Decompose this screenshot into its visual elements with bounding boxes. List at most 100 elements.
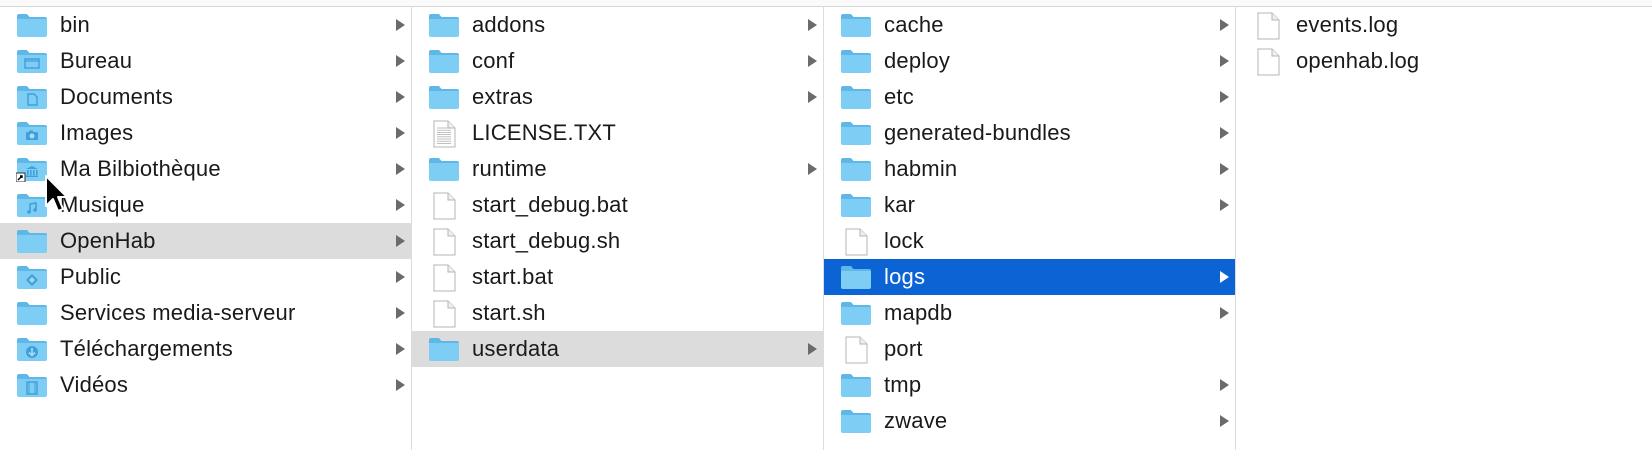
folder-icon xyxy=(840,264,872,290)
disclosure-arrow-icon xyxy=(396,127,405,139)
list-item[interactable]: Bureau xyxy=(0,43,411,79)
list-item[interactable]: Téléchargements xyxy=(0,331,411,367)
list-item[interactable]: openhab.log xyxy=(1236,43,1652,79)
file-icon xyxy=(1252,12,1284,40)
list-item[interactable]: Images xyxy=(0,115,411,151)
item-label: Musique xyxy=(60,192,145,217)
list-item[interactable]: start_debug.bat xyxy=(412,187,823,223)
list-item[interactable]: mapdb xyxy=(824,295,1235,331)
item-label: openhab.log xyxy=(1296,48,1420,73)
folder-icon xyxy=(840,192,872,218)
text-file-icon xyxy=(428,120,460,148)
list-item[interactable]: Services media-serveur xyxy=(0,295,411,331)
folder-icon xyxy=(16,228,48,254)
downloads-folder-icon xyxy=(16,336,48,362)
list-item[interactable]: Vidéos xyxy=(0,367,411,403)
documents-folder-icon xyxy=(16,84,48,110)
list-item[interactable]: logs xyxy=(824,259,1235,295)
column-browser: bin Bureau Documents Images Ma Bilbiothèque M… xyxy=(0,7,1652,450)
list-item[interactable]: conf xyxy=(412,43,823,79)
item-label: userdata xyxy=(472,336,560,361)
item-label: bin xyxy=(60,12,90,37)
folder-icon xyxy=(840,156,872,182)
disclosure-arrow-icon xyxy=(1220,307,1229,319)
list-item[interactable]: port xyxy=(824,331,1235,367)
item-label: logs xyxy=(884,264,926,289)
item-label: start.bat xyxy=(472,264,554,289)
item-label: zwave xyxy=(884,408,948,433)
item-label: lock xyxy=(884,228,924,253)
item-label: Téléchargements xyxy=(60,336,233,361)
disclosure-arrow-icon xyxy=(1220,271,1229,283)
list-item[interactable]: tmp xyxy=(824,367,1235,403)
folder-icon xyxy=(428,12,460,38)
folder-icon xyxy=(428,156,460,182)
item-label: events.log xyxy=(1296,12,1399,37)
list-item[interactable]: userdata xyxy=(412,331,823,367)
list-item[interactable]: Ma Bilbiothèque xyxy=(0,151,411,187)
library-folder-alias-icon xyxy=(15,156,48,183)
list-item[interactable]: Documents xyxy=(0,79,411,115)
list-item[interactable]: bin xyxy=(0,7,411,43)
item-label: cache xyxy=(884,12,944,37)
column-home: bin Bureau Documents Images Ma Bilbiothèque M… xyxy=(0,7,412,450)
item-label: mapdb xyxy=(884,300,953,325)
item-label: LICENSE.TXT xyxy=(472,120,617,145)
list-item[interactable]: addons xyxy=(412,7,823,43)
item-label: Ma Bilbiothèque xyxy=(60,156,221,181)
item-label: generated-bundles xyxy=(884,120,1071,145)
disclosure-arrow-icon xyxy=(808,343,817,355)
list-item[interactable]: LICENSE.TXT xyxy=(412,115,823,151)
music-folder-icon xyxy=(16,192,48,218)
disclosure-arrow-icon xyxy=(396,199,405,211)
file-icon xyxy=(428,300,460,328)
folder-icon xyxy=(840,84,872,110)
disclosure-arrow-icon xyxy=(396,271,405,283)
item-label: tmp xyxy=(884,372,922,397)
disclosure-arrow-icon xyxy=(396,91,405,103)
list-item[interactable]: start_debug.sh xyxy=(412,223,823,259)
list-item[interactable]: start.sh xyxy=(412,295,823,331)
disclosure-arrow-icon xyxy=(1220,379,1229,391)
disclosure-arrow-icon xyxy=(396,307,405,319)
item-label: start_debug.bat xyxy=(472,192,628,217)
folder-icon xyxy=(428,48,460,74)
list-item[interactable]: deploy xyxy=(824,43,1235,79)
list-item[interactable]: OpenHab xyxy=(0,223,411,259)
list-item[interactable]: extras xyxy=(412,79,823,115)
file-icon xyxy=(428,264,460,292)
list-item[interactable]: runtime xyxy=(412,151,823,187)
item-label: Vidéos xyxy=(60,372,129,397)
disclosure-arrow-icon xyxy=(1220,91,1229,103)
item-label: Services media-serveur xyxy=(60,300,296,325)
disclosure-arrow-icon xyxy=(808,55,817,67)
item-label: habmin xyxy=(884,156,958,181)
item-label: deploy xyxy=(884,48,951,73)
item-label: Images xyxy=(60,120,134,145)
disclosure-arrow-icon xyxy=(808,91,817,103)
list-item[interactable]: start.bat xyxy=(412,259,823,295)
disclosure-arrow-icon xyxy=(1220,415,1229,427)
disclosure-arrow-icon xyxy=(808,19,817,31)
file-icon xyxy=(1252,48,1284,76)
file-icon xyxy=(840,228,872,256)
list-item[interactable]: kar xyxy=(824,187,1235,223)
item-label: etc xyxy=(884,84,914,109)
item-label: Public xyxy=(60,264,122,289)
list-item[interactable]: lock xyxy=(824,223,1235,259)
list-item[interactable]: cache xyxy=(824,7,1235,43)
list-item[interactable]: habmin xyxy=(824,151,1235,187)
list-item[interactable]: etc xyxy=(824,79,1235,115)
list-item[interactable]: events.log xyxy=(1236,7,1652,43)
list-item[interactable]: generated-bundles xyxy=(824,115,1235,151)
list-item[interactable]: Musique xyxy=(0,187,411,223)
item-label: kar xyxy=(884,192,916,217)
item-label: runtime xyxy=(472,156,547,181)
item-label: OpenHab xyxy=(60,228,156,253)
list-item[interactable]: zwave xyxy=(824,403,1235,439)
folder-icon xyxy=(840,372,872,398)
folder-icon xyxy=(840,300,872,326)
list-item[interactable]: Public xyxy=(0,259,411,295)
pictures-folder-icon xyxy=(16,120,48,146)
disclosure-arrow-icon xyxy=(396,55,405,67)
